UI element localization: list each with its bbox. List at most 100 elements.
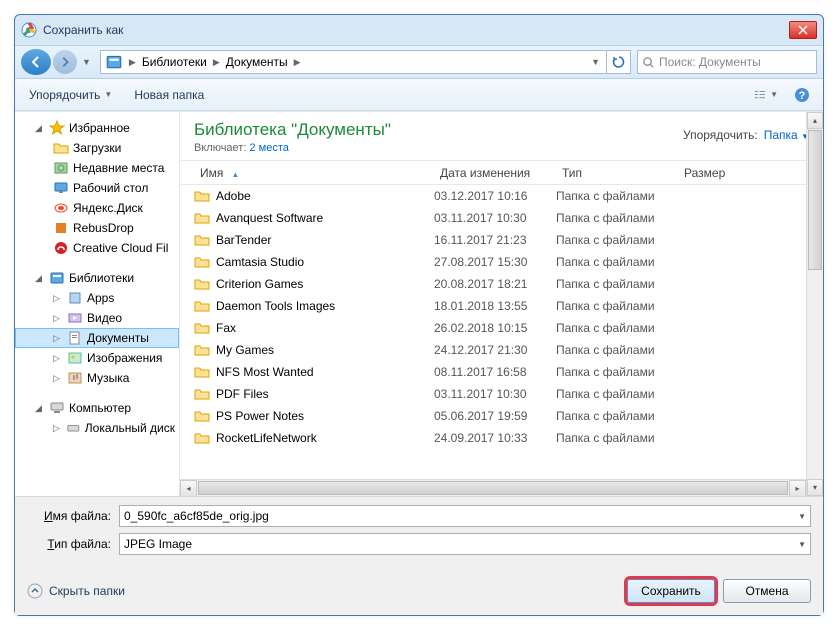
file-name: BarTender (216, 233, 434, 247)
save-button[interactable]: Сохранить (627, 579, 715, 603)
forward-button[interactable] (53, 50, 77, 74)
view-options-button[interactable]: ▼ (753, 84, 779, 106)
collapse-icon[interactable]: ◢ (35, 403, 45, 414)
help-button[interactable]: ? (789, 84, 815, 106)
music-icon (67, 370, 83, 386)
column-headers: Имя▲ Дата изменения Тип Размер (180, 161, 823, 185)
chevron-up-icon (27, 583, 43, 599)
breadcrumb-libraries[interactable]: Библиотеки (138, 51, 211, 73)
file-name: Criterion Games (216, 277, 434, 291)
vertical-scrollbar[interactable]: ▴ ▾ (806, 112, 823, 496)
file-date: 27.08.2017 15:30 (434, 255, 556, 269)
column-date[interactable]: Дата изменения (434, 166, 556, 180)
sidebar-item-local-disk[interactable]: ▷Локальный диск (15, 418, 179, 438)
sidebar-item-creative-cloud[interactable]: Creative Cloud Fil (15, 238, 179, 258)
cancel-button[interactable]: Отмена (723, 579, 811, 603)
arrange-dropdown[interactable]: Папка ▼ (764, 128, 809, 142)
includes-link[interactable]: 2 места (249, 142, 288, 154)
new-folder-button[interactable]: Новая папка (128, 84, 210, 106)
table-row[interactable]: NFS Most Wanted08.11.2017 16:58Папка с ф… (180, 361, 823, 383)
chevron-right-icon[interactable]: ▶ (127, 57, 138, 68)
file-date: 08.11.2017 16:58 (434, 365, 556, 379)
file-date: 26.02.2018 10:15 (434, 321, 556, 335)
collapse-icon[interactable]: ◢ (35, 123, 45, 134)
sidebar-item-downloads[interactable]: Загрузки (15, 138, 179, 158)
filetype-label: Тип файла: (27, 537, 119, 551)
library-title: Библиотека "Документы" (194, 120, 391, 140)
breadcrumb-root-icon[interactable] (101, 51, 127, 73)
breadcrumb[interactable]: ▶ Библиотеки ▶ Документы ▶ ▼ (100, 50, 631, 74)
recent-icon (53, 160, 69, 176)
file-name: Daemon Tools Images (216, 299, 434, 313)
expand-icon[interactable]: ▷ (53, 333, 63, 344)
sidebar-computer[interactable]: ◢ Компьютер (15, 398, 179, 418)
sidebar-item-rebusdrop[interactable]: RebusDrop (15, 218, 179, 238)
hide-folders-button[interactable]: Скрыть папки (27, 583, 125, 599)
file-name: Camtasia Studio (216, 255, 434, 269)
file-date: 03.12.2017 10:16 (434, 189, 556, 203)
file-name: Fax (216, 321, 434, 335)
file-name: PS Power Notes (216, 409, 434, 423)
folder-icon (194, 188, 210, 204)
bottom-panel: Имя файла: 0_590fc_a6cf85de_orig.jpg▼ Ти… (15, 496, 823, 569)
sidebar-favorites[interactable]: ◢ Избранное (15, 118, 179, 138)
search-input[interactable]: Поиск: Документы (637, 50, 817, 74)
titlebar: Сохранить как (15, 15, 823, 45)
breadcrumb-documents[interactable]: Документы (222, 51, 292, 73)
sidebar-item-images[interactable]: ▷Изображения (15, 348, 179, 368)
sidebar-item-yandex[interactable]: Яндекс.Диск (15, 198, 179, 218)
library-icon (67, 290, 83, 306)
table-row[interactable]: Camtasia Studio27.08.2017 15:30Папка с ф… (180, 251, 823, 273)
yandex-disk-icon (53, 200, 69, 216)
folder-icon (194, 386, 210, 402)
file-type: Папка с файлами (556, 277, 676, 291)
filetype-select[interactable]: JPEG Image▼ (119, 533, 811, 555)
expand-icon[interactable]: ▷ (53, 353, 63, 364)
recent-dropdown[interactable]: ▼ (79, 57, 94, 67)
back-button[interactable] (21, 49, 51, 75)
table-row[interactable]: BarTender16.11.2017 21:23Папка с файлами (180, 229, 823, 251)
folder-icon (194, 364, 210, 380)
computer-icon (49, 400, 65, 416)
collapse-icon[interactable]: ◢ (35, 273, 45, 284)
column-name[interactable]: Имя▲ (194, 166, 434, 180)
filename-input[interactable]: 0_590fc_a6cf85de_orig.jpg▼ (119, 505, 811, 527)
table-row[interactable]: Adobe03.12.2017 10:16Папка с файлами (180, 185, 823, 207)
sidebar-item-desktop[interactable]: Рабочий стол (15, 178, 179, 198)
table-row[interactable]: Fax26.02.2018 10:15Папка с файлами (180, 317, 823, 339)
window-title: Сохранить как (43, 23, 789, 37)
column-size[interactable]: Размер (678, 166, 748, 180)
table-row[interactable]: Avanquest Software03.11.2017 10:30Папка … (180, 207, 823, 229)
sidebar-item-recent[interactable]: Недавние места (15, 158, 179, 178)
breadcrumb-history-dropdown[interactable]: ▼ (585, 57, 606, 67)
table-row[interactable]: RocketLifeNetwork24.09.2017 10:33Папка с… (180, 427, 823, 449)
column-type[interactable]: Тип (556, 166, 678, 180)
sidebar-item-apps[interactable]: ▷Apps (15, 288, 179, 308)
table-row[interactable]: PDF Files03.11.2017 10:30Папка с файлами (180, 383, 823, 405)
sidebar-item-music[interactable]: ▷Музыка (15, 368, 179, 388)
file-date: 03.11.2017 10:30 (434, 211, 556, 225)
file-date: 16.11.2017 21:23 (434, 233, 556, 247)
table-row[interactable]: My Games24.12.2017 21:30Папка с файлами (180, 339, 823, 361)
expand-icon[interactable]: ▷ (53, 293, 63, 304)
refresh-button[interactable] (606, 50, 630, 74)
table-row[interactable]: Criterion Games20.08.2017 18:21Папка с ф… (180, 273, 823, 295)
expand-icon[interactable]: ▷ (53, 373, 63, 384)
table-row[interactable]: Daemon Tools Images18.01.2018 13:55Папка… (180, 295, 823, 317)
file-date: 24.12.2017 21:30 (434, 343, 556, 357)
horizontal-scrollbar[interactable]: ◂ ▸ (180, 479, 806, 496)
organize-button[interactable]: Упорядочить▼ (23, 84, 118, 106)
sidebar-item-documents[interactable]: ▷Документы (15, 328, 179, 348)
file-list[interactable]: Adobe03.12.2017 10:16Папка с файламиAvan… (180, 185, 823, 479)
chevron-right-icon[interactable]: ▶ (211, 57, 222, 68)
save-dialog: Сохранить как ▼ ▶ Библиотеки ▶ Документы… (14, 14, 824, 616)
sidebar-item-videos[interactable]: ▷Видео (15, 308, 179, 328)
folder-icon (194, 210, 210, 226)
table-row[interactable]: PS Power Notes05.06.2017 19:59Папка с фа… (180, 405, 823, 427)
sidebar-libraries[interactable]: ◢ Библиотеки (15, 268, 179, 288)
chevron-right-icon[interactable]: ▶ (292, 57, 303, 68)
expand-icon[interactable]: ▷ (53, 313, 63, 324)
footer: Скрыть папки Сохранить Отмена (15, 569, 823, 615)
expand-icon[interactable]: ▷ (53, 423, 62, 434)
close-button[interactable] (789, 21, 817, 39)
